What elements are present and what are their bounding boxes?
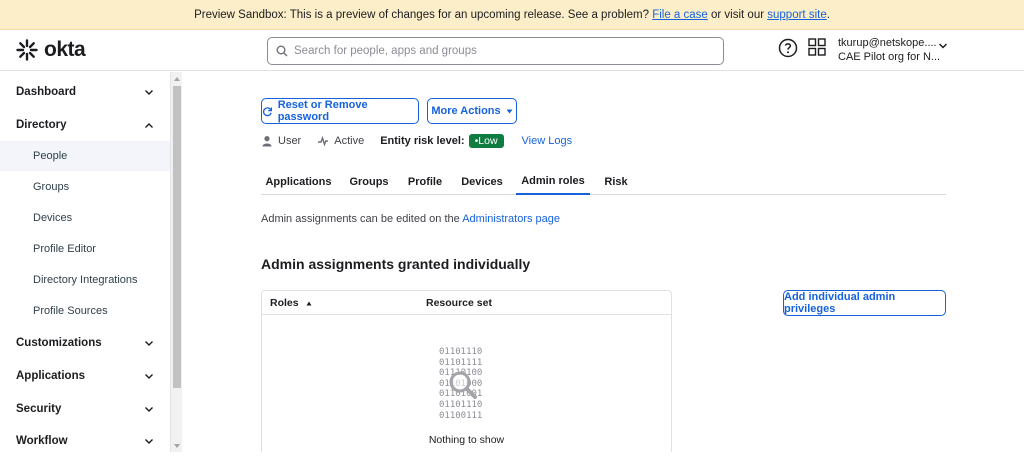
empty-state-text: Nothing to show xyxy=(428,434,505,446)
tab-admin-roles[interactable]: Admin roles xyxy=(516,168,590,195)
sidebar-item-groups[interactable]: Groups xyxy=(0,172,170,202)
sidebar-section-label: Customizations xyxy=(16,337,102,349)
chevron-down-icon xyxy=(145,340,153,346)
chevron-down-icon xyxy=(145,89,153,95)
column-header-label: Roles xyxy=(270,297,299,309)
org-name: CAE Pilot org for N... xyxy=(838,51,941,63)
table-header: Roles Resource set xyxy=(262,291,671,315)
admin-roles-table: Roles Resource set 01101110 01101111 011… xyxy=(261,290,672,452)
sidebar-section-label: Workflow xyxy=(16,435,68,447)
support-site-link[interactable]: support site xyxy=(767,9,826,21)
entity-risk-label: Entity risk level: xyxy=(380,135,465,147)
scroll-up-arrow-icon[interactable] xyxy=(174,77,180,81)
reset-password-button[interactable]: Reset or Remove password xyxy=(261,98,419,124)
banner-middle-text: or visit our xyxy=(711,9,765,21)
administrators-page-link[interactable]: Administrators page xyxy=(462,213,560,225)
more-actions-label: More Actions xyxy=(431,105,501,117)
binary-line: 01101110 xyxy=(439,399,483,410)
sidebar-item-profile-editor[interactable]: Profile Editor xyxy=(0,234,170,264)
admin-info-text: Admin assignments can be edited on the A… xyxy=(261,213,560,225)
tab-risk[interactable]: Risk xyxy=(598,168,634,195)
sort-ascending-icon xyxy=(306,301,312,306)
add-admin-privileges-label: Add individual admin privileges xyxy=(784,291,896,315)
scroll-down-arrow-icon[interactable] xyxy=(174,444,180,448)
sidebar-section-security[interactable]: Security xyxy=(0,394,170,424)
sidebar-scrollbar[interactable] xyxy=(170,72,182,452)
sidebar-section-dashboard[interactable]: Dashboard xyxy=(0,77,170,107)
chevron-down-icon xyxy=(145,373,153,379)
profile-tabs: Applications Groups Profile Devices Admi… xyxy=(261,168,946,195)
add-admin-privileges-button[interactable]: Add individual admin privileges xyxy=(783,290,946,316)
search-input[interactable] xyxy=(294,45,694,57)
column-header-resource-set[interactable]: Resource set xyxy=(426,297,492,309)
tab-devices[interactable]: Devices xyxy=(457,168,507,195)
user-menu[interactable]: tkurup@netskope.... CAE Pilot org for N.… xyxy=(838,36,940,64)
view-logs-link[interactable]: View Logs xyxy=(522,135,573,147)
preview-banner: Preview Sandbox: This is a preview of ch… xyxy=(0,0,1024,30)
sidebar-section-label: Applications xyxy=(16,370,86,382)
file-case-link[interactable]: File a case xyxy=(652,9,708,21)
status-active-icon xyxy=(318,136,329,146)
search-icon xyxy=(276,45,288,57)
sidebar-item-people[interactable]: People xyxy=(0,141,170,171)
binary-line: 01101111 xyxy=(439,357,483,368)
chevron-down-icon xyxy=(145,406,153,412)
section-title: Admin assignments granted individually xyxy=(261,256,531,272)
sidebar-item-directory-integrations[interactable]: Directory Integrations xyxy=(0,265,170,295)
sidebar-section-label: Dashboard xyxy=(16,86,77,98)
tab-applications[interactable]: Applications xyxy=(261,168,336,195)
binary-line: 01101110 xyxy=(439,347,483,357)
global-search[interactable] xyxy=(267,37,724,65)
tab-profile[interactable]: Profile xyxy=(402,168,448,195)
reset-password-label: Reset or Remove password xyxy=(277,99,368,123)
risk-level-value: Low xyxy=(478,135,498,147)
sidebar-section-applications[interactable]: Applications xyxy=(0,361,170,391)
sidebar-section-directory[interactable]: Directory xyxy=(0,110,170,140)
banner-suffix: . xyxy=(826,9,830,21)
more-actions-button[interactable]: More Actions xyxy=(427,98,517,124)
user-email: tkurup@netskope.... xyxy=(838,37,937,49)
banner-text: Preview Sandbox: This is a preview of ch… xyxy=(194,9,649,21)
scrollbar-thumb[interactable] xyxy=(173,86,181,388)
tab-groups[interactable]: Groups xyxy=(344,168,394,195)
user-status-label: Active xyxy=(334,135,365,147)
sidebar-item-devices[interactable]: Devices xyxy=(0,203,170,233)
refresh-icon xyxy=(262,106,273,116)
risk-level-badge: • Low xyxy=(468,134,504,148)
magnifier-icon xyxy=(449,371,477,399)
sidebar-item-profile-sources[interactable]: Profile Sources xyxy=(0,296,170,326)
okta-sunburst-icon xyxy=(16,39,38,61)
help-icon[interactable] xyxy=(778,38,798,58)
okta-wordmark: okta xyxy=(44,38,86,61)
main-content: Reset or Remove password More Actions Us… xyxy=(183,72,1024,452)
admin-info-prefix: Admin assignments can be edited on the xyxy=(261,213,460,225)
chevron-down-icon xyxy=(145,438,153,444)
app-switcher-icon[interactable] xyxy=(808,38,826,56)
sidebar-section-customizations[interactable]: Customizations xyxy=(0,328,170,358)
user-type-label: User xyxy=(278,135,302,147)
caret-down-icon xyxy=(506,109,513,113)
sidebar-nav: Dashboard Directory People Groups Device… xyxy=(0,72,170,452)
chevron-up-icon xyxy=(145,122,153,128)
chevron-down-icon[interactable] xyxy=(938,42,948,50)
sidebar-section-label: Security xyxy=(16,403,62,415)
sidebar-section-label: Directory xyxy=(16,119,67,131)
user-icon xyxy=(262,136,272,147)
column-header-roles[interactable]: Roles xyxy=(270,297,312,309)
user-meta-row: User Active Entity risk level: • Low Vie… xyxy=(261,134,572,148)
top-bar: okta tkurup@netskope.... CAE Pilot org f… xyxy=(0,30,1024,71)
okta-logo[interactable]: okta xyxy=(16,38,86,62)
binary-line: 01100111 xyxy=(439,410,483,421)
